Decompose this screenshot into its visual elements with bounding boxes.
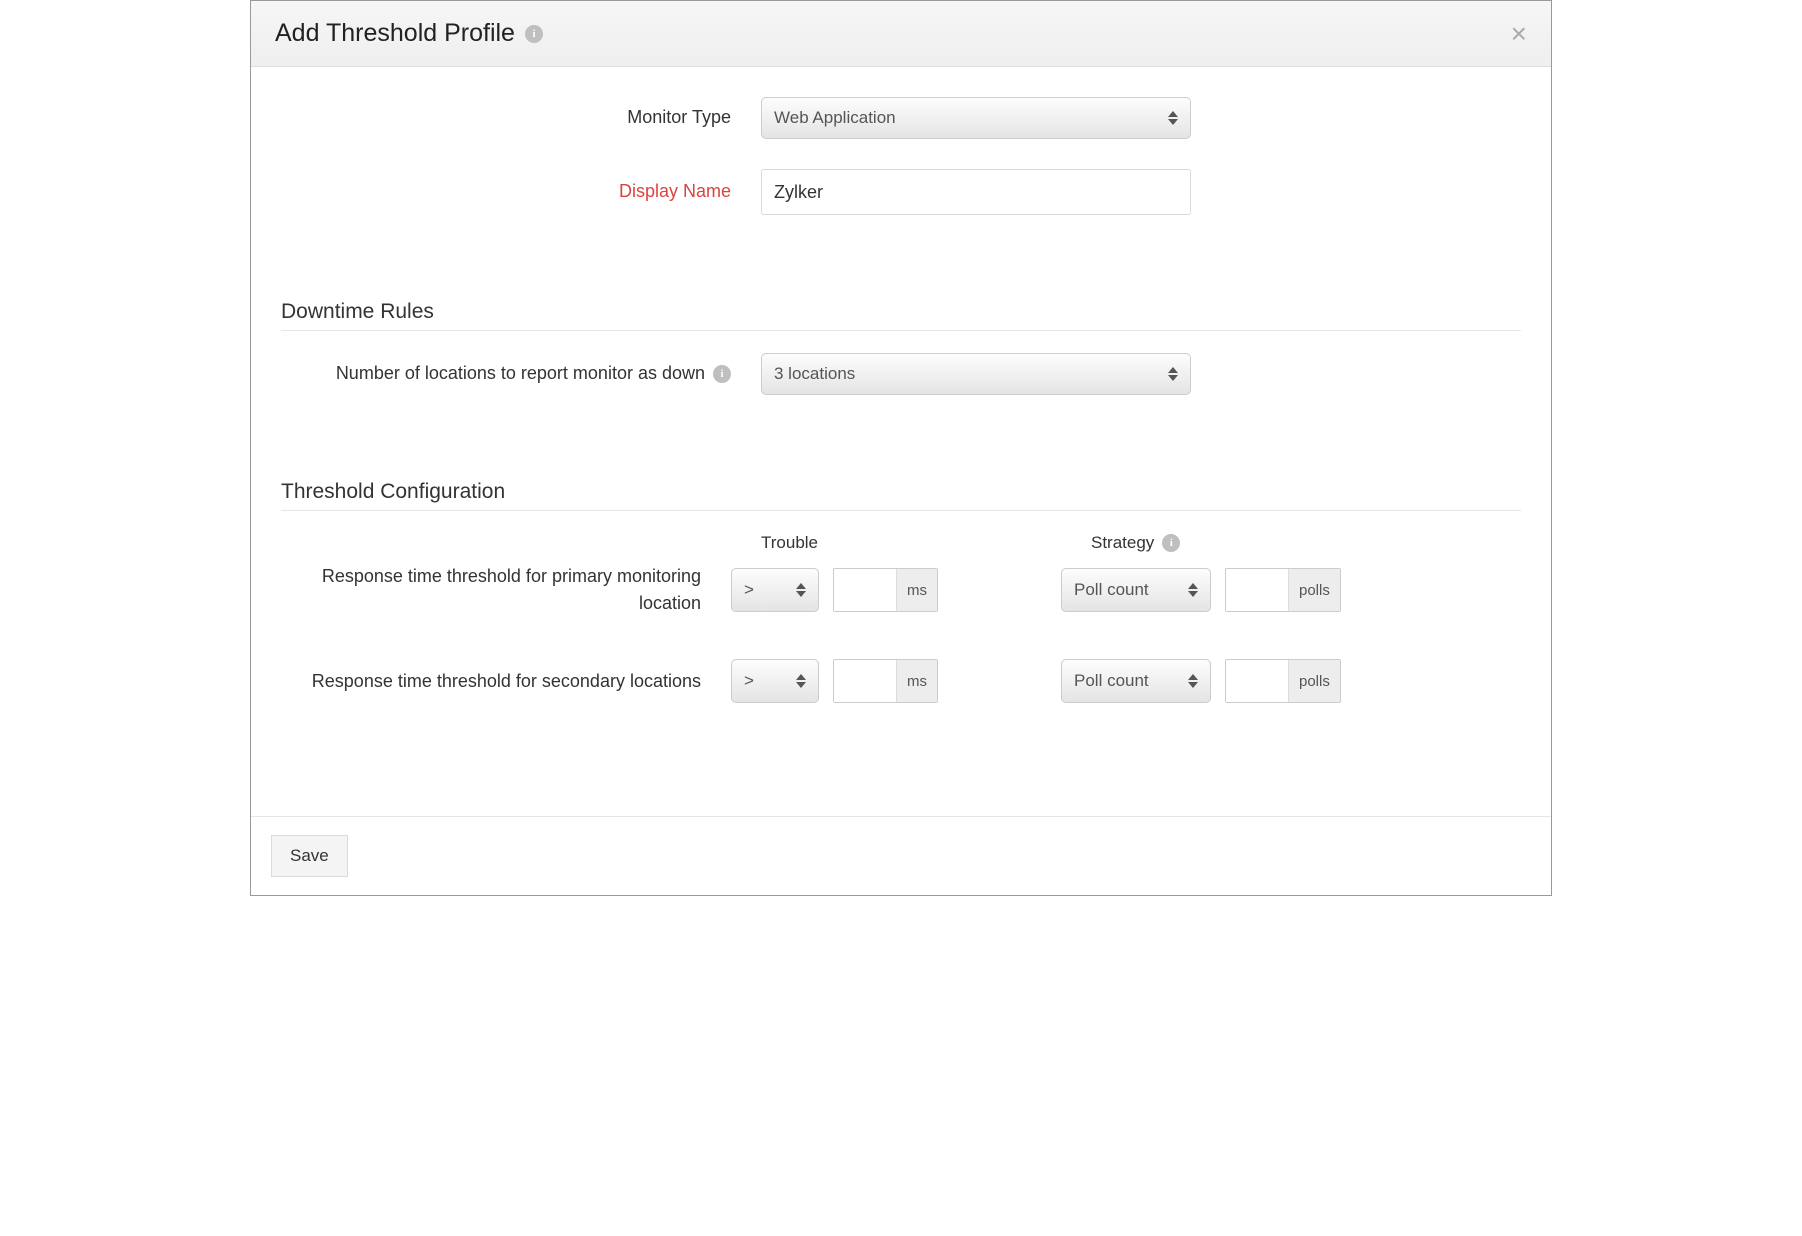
modal-add-threshold-profile: Add Threshold Profile i × Monitor Type W…: [250, 0, 1552, 896]
strategy-group-secondary: Poll count polls: [1061, 659, 1341, 703]
modal-title-text: Add Threshold Profile: [275, 19, 515, 48]
input-primary-value: ms: [833, 568, 938, 612]
section-title-threshold-config: Threshold Configuration: [281, 480, 1521, 504]
input-secondary-value-field[interactable]: [834, 660, 896, 702]
divider: [281, 510, 1521, 511]
input-secondary-value: ms: [833, 659, 938, 703]
input-primary-value-field[interactable]: [834, 569, 896, 611]
input-display-name[interactable]: [761, 169, 1191, 215]
threshold-row-secondary: Response time threshold for secondary lo…: [281, 659, 1521, 703]
select-secondary-operator[interactable]: >: [731, 659, 819, 703]
section-title-downtime-rules: Downtime Rules: [281, 300, 1521, 324]
modal-header: Add Threshold Profile i ×: [251, 1, 1551, 67]
select-monitor-type[interactable]: Web Application: [761, 97, 1191, 139]
select-primary-strategy[interactable]: Poll count: [1061, 568, 1211, 612]
label-strategy-col: Strategy i: [1091, 533, 1180, 553]
close-button[interactable]: ×: [1511, 20, 1527, 48]
chevron-updown-icon: [1168, 111, 1178, 125]
chevron-updown-icon: [796, 674, 806, 688]
unit-polls: polls: [1288, 569, 1340, 611]
chevron-updown-icon: [1188, 583, 1198, 597]
threshold-row-primary: Response time threshold for primary moni…: [281, 563, 1521, 617]
label-num-locations: Number of locations to report monitor as…: [281, 362, 731, 385]
label-monitor-type: Monitor Type: [281, 106, 731, 129]
chevron-updown-icon: [1168, 367, 1178, 381]
form-row-monitor-type: Monitor Type Web Application: [281, 97, 1521, 139]
unit-ms: ms: [896, 660, 937, 702]
label-trouble-col: Trouble: [761, 533, 1091, 553]
input-primary-strategy-value: polls: [1225, 568, 1341, 612]
chevron-updown-icon: [1188, 674, 1198, 688]
threshold-column-headers: Trouble Strategy i: [281, 533, 1521, 553]
trouble-group-primary: > ms: [731, 568, 1061, 612]
input-secondary-strategy-field[interactable]: [1226, 660, 1288, 702]
unit-polls: polls: [1288, 660, 1340, 702]
modal-footer: Save: [251, 816, 1551, 895]
select-secondary-strategy[interactable]: Poll count: [1061, 659, 1211, 703]
divider: [281, 330, 1521, 331]
select-primary-operator[interactable]: >: [731, 568, 819, 612]
unit-ms: ms: [896, 569, 937, 611]
input-primary-strategy-field[interactable]: [1226, 569, 1288, 611]
close-icon: ×: [1511, 18, 1527, 49]
info-icon[interactable]: i: [713, 365, 731, 383]
input-secondary-strategy-value: polls: [1225, 659, 1341, 703]
modal-body: Monitor Type Web Application Display Nam…: [251, 67, 1551, 816]
info-icon[interactable]: i: [525, 25, 543, 43]
form-row-num-locations: Number of locations to report monitor as…: [281, 353, 1521, 395]
select-num-locations[interactable]: 3 locations: [761, 353, 1191, 395]
form-row-display-name: Display Name: [281, 169, 1521, 215]
label-primary-threshold: Response time threshold for primary moni…: [281, 563, 731, 617]
select-num-locations-value: 3 locations: [774, 364, 855, 384]
label-secondary-threshold: Response time threshold for secondary lo…: [281, 668, 731, 695]
info-icon[interactable]: i: [1162, 534, 1180, 552]
modal-title: Add Threshold Profile i: [275, 19, 543, 48]
select-monitor-type-value: Web Application: [774, 108, 896, 128]
trouble-group-secondary: > ms: [731, 659, 1061, 703]
strategy-group-primary: Poll count polls: [1061, 568, 1341, 612]
chevron-updown-icon: [796, 583, 806, 597]
save-button[interactable]: Save: [271, 835, 348, 877]
label-display-name: Display Name: [281, 180, 731, 203]
